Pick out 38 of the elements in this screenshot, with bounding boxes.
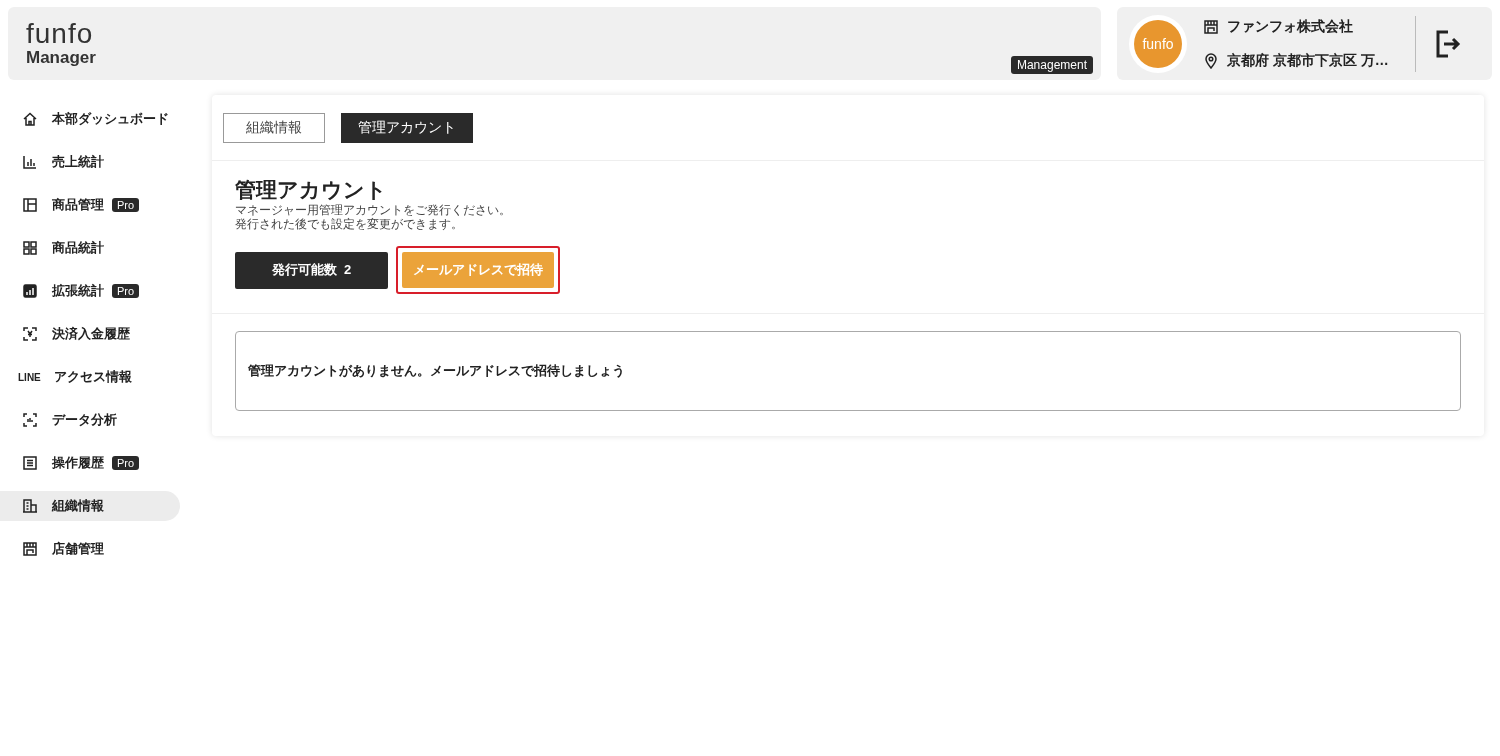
sidebar-label: データ分析 [52,411,117,429]
pro-badge: Pro [112,198,140,212]
sidebar-item[interactable]: 本部ダッシュボード [0,104,180,134]
sidebar-item[interactable]: LINE アクセス情報 [0,362,180,392]
avatar: funfo [1129,14,1187,73]
sidebar-label: 売上統計 [52,153,104,171]
sidebar-item[interactable]: 商品統計 [0,233,180,263]
sidebar-item[interactable]: 組織情報 [0,491,180,521]
sidebar-item[interactable]: データ分析 [0,405,180,435]
sidebar-label: 商品管理 [52,196,104,214]
address: 京都府 京都市下京区 万… [1227,51,1389,70]
sidebar-label: 拡張統計 [52,282,104,300]
empty-message: 管理アカウントがありません。メールアドレスで招待しましょう [248,362,625,380]
sidebar-label: アクセス情報 [54,368,132,386]
sidebar-item[interactable]: 売上統計 [0,147,180,177]
company-name: ファンフォ株式会社 [1227,17,1353,36]
sidebar-label: 本部ダッシュボード [52,110,169,128]
logo: funfo [26,19,95,48]
sidebar-item[interactable]: 商品管理 Pro [0,190,180,220]
pro-badge: Pro [112,284,140,298]
sidebar-label: 決済入金履歴 [52,325,130,343]
sidebar-label: 組織情報 [52,497,104,515]
sidebar-label: 店舗管理 [52,540,104,558]
tab[interactable]: 組織情報 [223,113,325,143]
sidebar-item[interactable]: 店舗管理 [0,534,180,564]
management-badge: Management [1010,56,1093,74]
available-count-button[interactable]: 発行可能数 2 [235,251,388,289]
section-title: 管理アカウント [235,177,388,203]
sidebar-label: 操作履歴 [52,454,104,472]
logo-subtitle: Manager [26,47,96,68]
tab[interactable]: 管理アカウント [341,113,473,143]
pro-badge: Pro [112,456,140,470]
sidebar-item[interactable]: 操作履歴 Pro [0,448,180,478]
description: 発行された後でも設定を変更ができます。 [235,217,464,231]
sidebar-item[interactable]: 拡張統計 Pro [0,276,180,306]
description: マネージャー用管理アカウントをご発行ください。 [235,203,512,217]
sidebar-item[interactable]: 決済入金履歴 [0,319,180,349]
sidebar-label: 商品統計 [52,239,104,257]
